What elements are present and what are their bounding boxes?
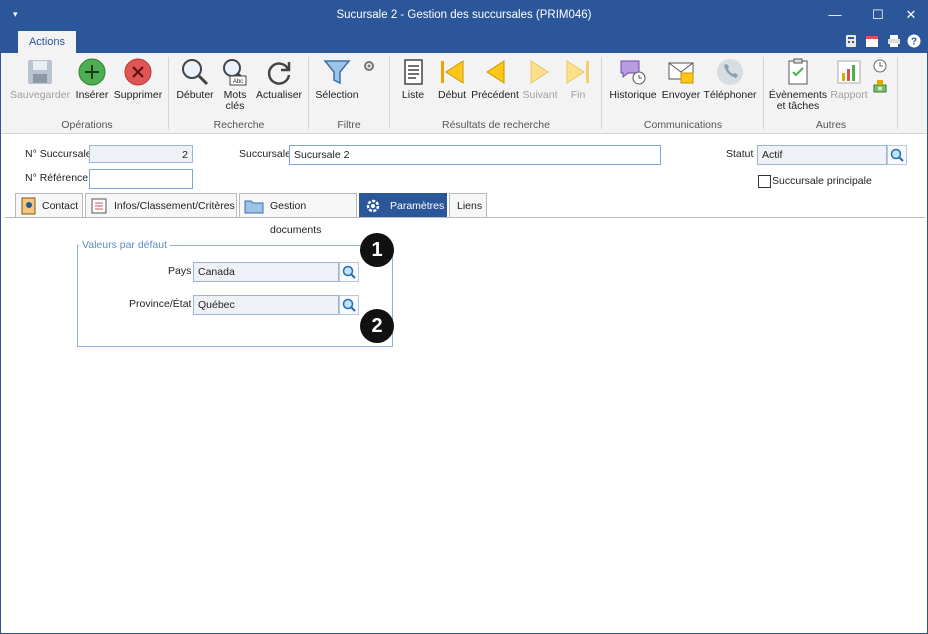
clock-icon[interactable]: [873, 59, 887, 73]
liste-button[interactable]: Liste: [395, 57, 431, 101]
calendar-icon[interactable]: [865, 34, 879, 48]
print-icon[interactable]: [887, 34, 901, 48]
title-bar: ▾ Sucursale 2 - Gestion des succursales …: [1, 1, 927, 31]
tab-parametres[interactable]: Paramètres: [359, 193, 447, 217]
previous-record-icon: [486, 60, 505, 84]
tab-infos[interactable]: Infos/Classement/Critères: [85, 193, 237, 217]
main-window: ▾ Sucursale 2 - Gestion des succursales …: [0, 0, 928, 634]
minimize-button[interactable]: —: [823, 6, 847, 24]
next-record-icon: [530, 60, 549, 84]
tab-liens[interactable]: Liens: [449, 193, 487, 217]
sauvegarder-button[interactable]: Sauvegarder: [9, 57, 71, 101]
no-reference-field[interactable]: [89, 169, 193, 189]
debut-button[interactable]: Début: [434, 57, 470, 101]
tab-gestion-documents[interactable]: Gestion documents: [239, 193, 357, 236]
ribbon-tab-bar: Actions ?: [1, 31, 927, 53]
phone-icon: [717, 59, 743, 85]
mots-cles-button[interactable]: Abc Mots clés: [219, 57, 251, 112]
debuter-button[interactable]: Débuter: [173, 57, 217, 101]
group-recherche: Recherche: [213, 119, 265, 131]
gear-icon: [366, 199, 380, 213]
callout-2: 2: [360, 309, 394, 343]
money-icon[interactable]: [873, 79, 887, 93]
group-separator: [897, 57, 898, 129]
window-title: Sucursale 2 - Gestion des succursales (P…: [336, 9, 592, 21]
suivant-button[interactable]: Suivant: [521, 57, 559, 101]
no-succursale-label: N° Succursale: [25, 148, 92, 160]
province-label: Province/État: [129, 298, 192, 310]
svg-text:Abc: Abc: [233, 79, 243, 85]
help-icon[interactable]: ?: [907, 34, 921, 48]
search-icon: [342, 265, 356, 279]
telephoner-button[interactable]: Téléphoner: [703, 57, 757, 101]
delete-icon: [124, 58, 152, 86]
no-reference-label: N° Référence: [25, 172, 89, 184]
fin-button[interactable]: Fin: [561, 57, 595, 101]
search-icon: [890, 148, 904, 162]
save-icon: [28, 60, 52, 84]
tab-underline: [5, 217, 925, 218]
send-mail-icon: [668, 62, 694, 84]
envoyer-button[interactable]: Envoyer: [661, 57, 701, 101]
no-succursale-field[interactable]: 2: [89, 145, 193, 163]
succursale-principale-checkbox[interactable]: [758, 175, 771, 188]
actualiser-button[interactable]: Actualiser: [255, 57, 303, 101]
succursale-label: Succursale: [239, 148, 291, 160]
group-separator: [389, 57, 390, 129]
province-search-button[interactable]: [339, 295, 359, 315]
tab-contact[interactable]: Contact: [15, 193, 83, 217]
list-icon: [91, 198, 107, 214]
precedent-button[interactable]: Précédent: [471, 57, 519, 101]
close-button[interactable]: ✕: [899, 6, 923, 24]
group-separator: [601, 57, 602, 129]
rapport-button[interactable]: Rapport: [829, 57, 869, 101]
history-icon: [620, 60, 646, 85]
gear-icon[interactable]: [362, 59, 376, 73]
inserer-button[interactable]: Insérer: [74, 57, 110, 101]
pays-field[interactable]: Canada: [193, 262, 339, 282]
statut-field[interactable]: Actif: [757, 145, 887, 165]
tab-actions[interactable]: Actions: [18, 31, 76, 53]
succursale-field[interactable]: Sucursale 2: [289, 145, 661, 165]
group-operations: Opérations: [61, 119, 113, 131]
filter-icon: [323, 60, 351, 85]
pays-search-button[interactable]: [339, 262, 359, 282]
group-autres: Autres: [815, 119, 847, 131]
calculator-icon[interactable]: [844, 34, 858, 48]
group-filtre: Filtre: [337, 119, 361, 131]
branch-form: N° Succursale 2 Succursale Sucursale 2 S…: [5, 135, 925, 631]
list-icon: [404, 59, 423, 85]
ribbon: Sauvegarder Insérer Supprimer Opérations…: [1, 53, 927, 134]
supprimer-button[interactable]: Supprimer: [113, 57, 163, 101]
tasks-icon: [788, 58, 808, 85]
folder-icon: [244, 200, 264, 214]
succursale-principale-label: Succursale principale: [772, 175, 872, 187]
maximize-button[interactable]: ☐: [866, 6, 890, 24]
statut-search-button[interactable]: [887, 145, 907, 165]
selection-button[interactable]: Sélection: [313, 57, 361, 101]
evenements-button[interactable]: Évènements et tâches: [767, 57, 829, 112]
group-separator: [763, 57, 764, 129]
default-values-legend: Valeurs par défaut: [79, 239, 171, 251]
group-communications: Communications: [643, 119, 723, 131]
last-record-icon: [566, 60, 589, 84]
keyword-search-icon: Abc: [223, 59, 247, 86]
report-icon: [837, 60, 861, 84]
first-record-icon: [441, 60, 464, 84]
search-icon: [182, 59, 209, 86]
contact-book-icon: [21, 197, 36, 215]
refresh-icon: [267, 62, 291, 85]
svg-text:?: ?: [911, 37, 917, 48]
statut-label: Statut: [726, 148, 754, 160]
search-icon: [342, 298, 356, 312]
province-field[interactable]: Québec: [193, 295, 339, 315]
pays-label: Pays: [168, 265, 192, 277]
callout-1: 1: [360, 233, 394, 267]
historique-button[interactable]: Historique: [607, 57, 659, 101]
group-resultats: Résultats de recherche: [442, 119, 550, 131]
add-icon: [78, 58, 106, 86]
